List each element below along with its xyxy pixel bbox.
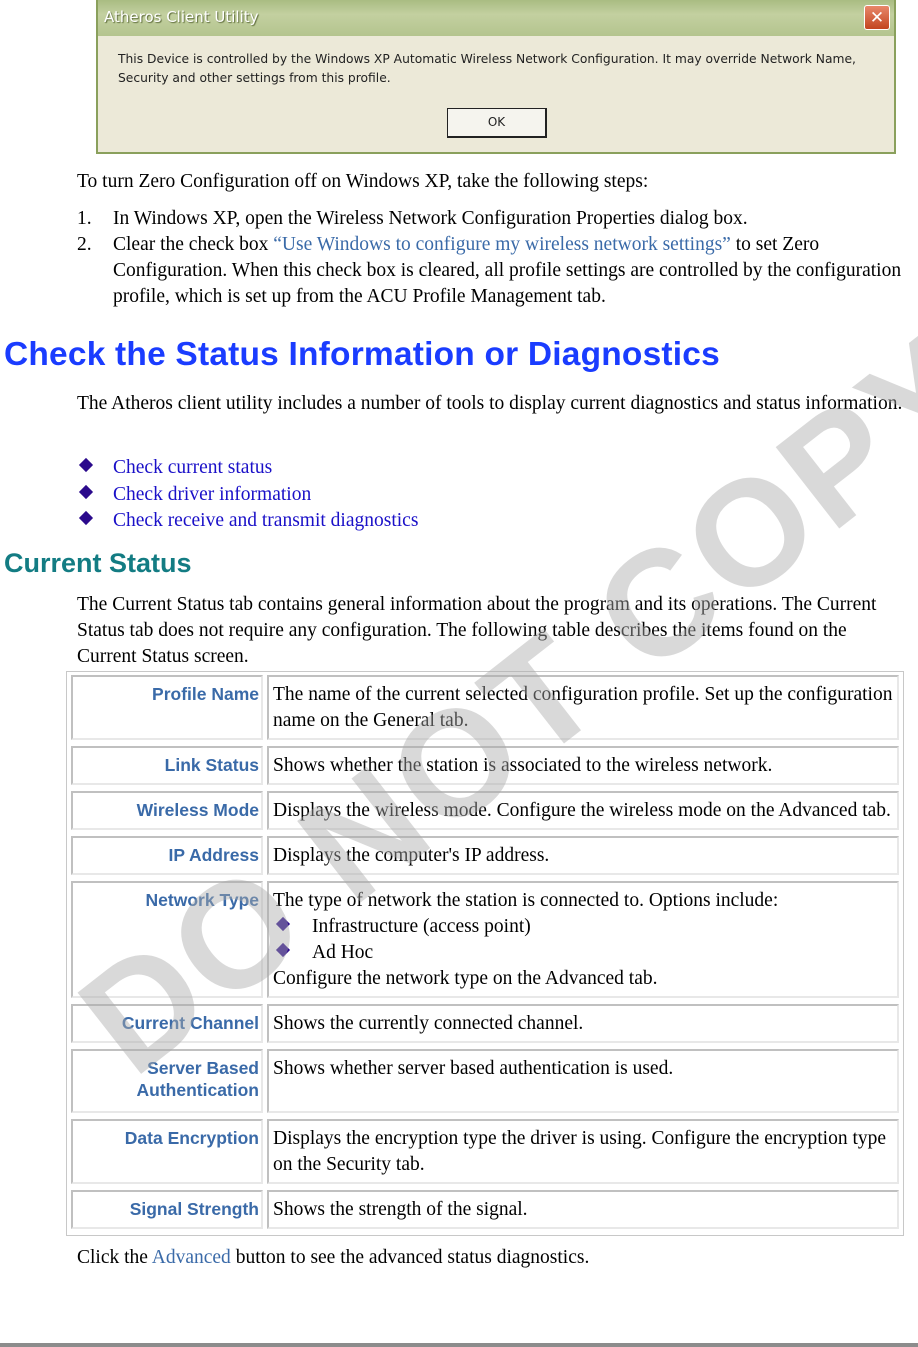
item-description: Displays the computer's IP address. — [267, 836, 899, 875]
option-infrastructure: Infrastructure (access point) — [312, 916, 531, 937]
table-row: Network Type The type of network the sta… — [71, 881, 899, 998]
intro-text: To turn Zero Configuration off on Window… — [77, 171, 649, 192]
item-name: Current Channel — [71, 1004, 263, 1043]
table-row: Wireless Mode Displays the wireless mode… — [71, 791, 899, 830]
diamond-bullet-icon — [275, 942, 291, 958]
list-item: Check receive and transmit diagnostics — [77, 508, 418, 535]
check-driver-info-link[interactable]: Check driver information — [113, 484, 311, 506]
item-description: Displays the encryption type the driver … — [267, 1119, 899, 1184]
checkbox-setting-link[interactable]: “Use Windows to configure my wireless ne… — [273, 234, 731, 255]
item-name: IP Address — [71, 836, 263, 875]
current-status-description: The Current Status tab contains general … — [77, 594, 877, 667]
advanced-link[interactable]: Advanced — [152, 1247, 231, 1268]
option-ad-hoc: Ad Hoc — [312, 942, 374, 963]
item-name: Signal Strength — [71, 1190, 263, 1229]
ok-button[interactable]: OK — [447, 108, 547, 138]
item-description: The name of the current selected configu… — [267, 675, 899, 740]
item-description: The type of network the station is conne… — [267, 881, 899, 998]
item-name: Link Status — [71, 746, 263, 785]
table-row: Data Encryption Displays the encryption … — [71, 1119, 899, 1184]
network-type-after: Configure the network type on the Advanc… — [273, 968, 658, 989]
dialog-title: Atheros Client Utility — [104, 8, 259, 26]
footer-divider — [0, 1343, 918, 1347]
network-type-intro: The type of network the station is conne… — [273, 890, 779, 911]
atheros-dialog: Atheros Client Utility ✕ This Device is … — [96, 0, 896, 154]
item-name: Data Encryption — [71, 1119, 263, 1184]
item-name: Profile Name — [71, 675, 263, 740]
check-diagnostics-link[interactable]: Check receive and transmit diagnostics — [113, 510, 418, 532]
steps-list: 1. In Windows XP, open the Wireless Netw… — [77, 206, 917, 310]
step-text: Clear the check box “Use Windows to conf… — [113, 232, 917, 310]
closing-post: button to see the advanced status diagno… — [230, 1247, 590, 1268]
section-intro: The Atheros client utility includes a nu… — [77, 393, 903, 414]
item-description: Shows the strength of the signal. — [267, 1190, 899, 1229]
diamond-bullet-icon — [275, 916, 291, 932]
table-row: Current Channel Shows the currently conn… — [71, 1004, 899, 1043]
step-text: In Windows XP, open the Wireless Network… — [113, 208, 748, 229]
item-description: Shows whether the station is associated … — [267, 746, 899, 785]
table-row: IP Address Displays the computer's IP ad… — [71, 836, 899, 875]
diagnostics-links: Check current status Check driver inform… — [77, 455, 418, 535]
diamond-bullet-icon — [78, 511, 94, 526]
item-description: Shows whether server based authenticatio… — [267, 1049, 899, 1113]
status-items-table: Profile Name The name of the current sel… — [66, 671, 904, 1236]
section-heading: Check the Status Information or Diagnost… — [4, 336, 720, 373]
closing-pre: Click the — [77, 1247, 152, 1268]
step-item: 2. Clear the check box “Use Windows to c… — [77, 232, 917, 310]
list-item: Check current status — [77, 455, 418, 482]
item-name-line: Authentication — [136, 1080, 260, 1100]
subsection-heading: Current Status — [4, 548, 192, 578]
item-description: Displays the wireless mode. Configure th… — [267, 791, 899, 830]
item-name-line: Server Based — [147, 1058, 259, 1078]
table-row: Link Status Shows whether the station is… — [71, 746, 899, 785]
list-item: Infrastructure (access point) — [273, 914, 893, 940]
item-description: Shows the currently connected channel. — [267, 1004, 899, 1043]
diamond-bullet-icon — [78, 458, 94, 473]
list-item: Ad Hoc — [273, 940, 893, 966]
step-text-pre: Clear the check box — [113, 234, 274, 255]
table-row: Signal Strength Shows the strength of th… — [71, 1190, 899, 1229]
close-icon[interactable]: ✕ — [864, 5, 890, 30]
diamond-bullet-icon — [78, 484, 94, 499]
check-current-status-link[interactable]: Check current status — [113, 457, 272, 479]
closing-text: Click the Advanced button to see the adv… — [77, 1245, 589, 1271]
step-number: 2. — [77, 234, 92, 255]
dialog-message: This Device is controlled by the Windows… — [118, 52, 856, 85]
item-name: Wireless Mode — [71, 791, 263, 830]
item-name: Server Based Authentication — [71, 1049, 263, 1113]
table-row: Server Based Authentication Shows whethe… — [71, 1049, 899, 1113]
list-item: Check driver information — [77, 482, 418, 509]
dialog-title-bar: Atheros Client Utility ✕ — [98, 0, 894, 36]
step-number: 1. — [77, 208, 92, 229]
item-name: Network Type — [71, 881, 263, 998]
step-item: 1. In Windows XP, open the Wireless Netw… — [77, 206, 917, 232]
table-row: Profile Name The name of the current sel… — [71, 675, 899, 740]
